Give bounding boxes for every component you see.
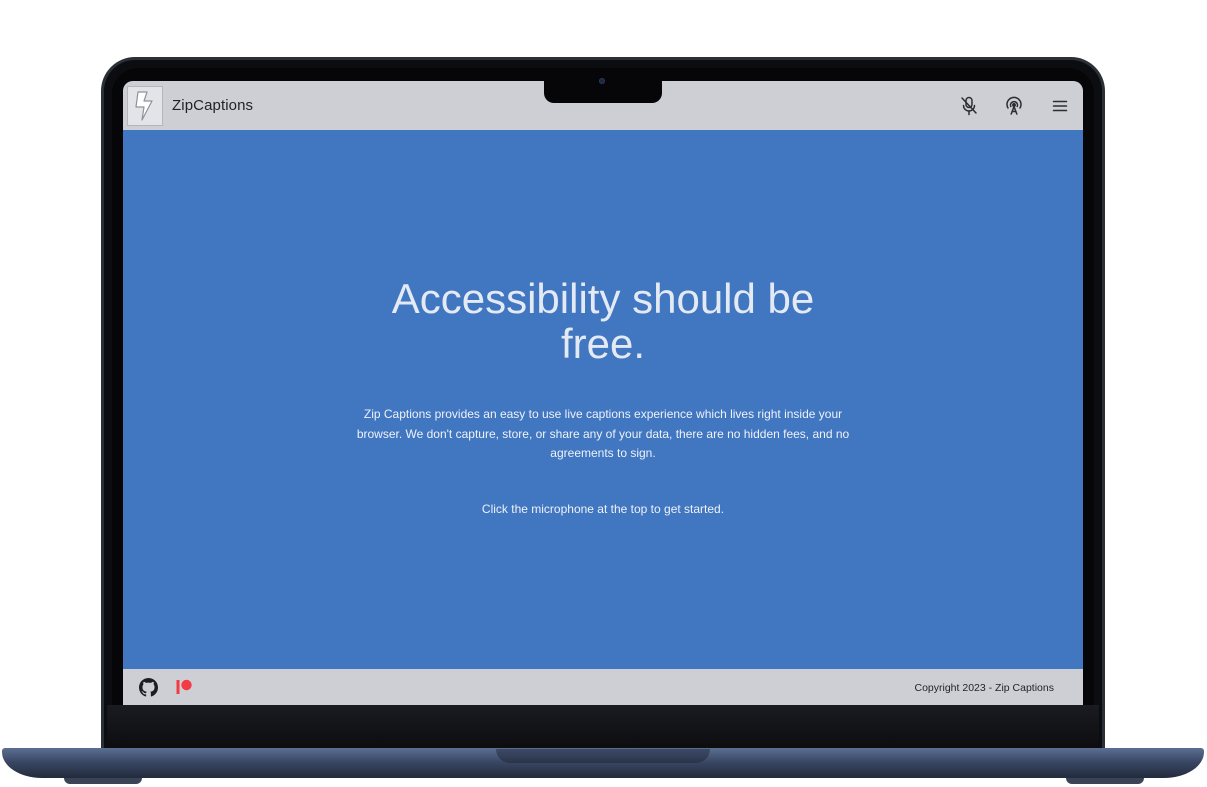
camera	[599, 78, 605, 84]
laptop-chin	[107, 705, 1099, 749]
microphone-icon	[961, 96, 977, 116]
copyright-text: Copyright 2023 - Zip Captions	[914, 682, 1055, 694]
patreon-link[interactable]	[174, 677, 194, 697]
hero-headline: Accessibility should be free.	[391, 275, 815, 367]
laptop-trackpad-notch	[496, 749, 710, 763]
menu-button[interactable]	[1049, 95, 1071, 117]
screen: ZipCaptions Accessibility should be free…	[123, 81, 1083, 705]
github-icon	[138, 677, 158, 697]
microphone-button[interactable]	[958, 95, 980, 117]
broadcast-button[interactable]	[1003, 95, 1025, 117]
hero-description: Zip Captions provides an easy to use liv…	[356, 407, 850, 460]
patreon-icon	[176, 679, 192, 694]
broadcast-icon	[1006, 96, 1022, 115]
screen-notch	[544, 81, 662, 103]
hero-section: Accessibility should be free. Zip Captio…	[123, 130, 1083, 669]
app-footer: Copyright 2023 - Zip Captions	[123, 669, 1083, 705]
lightning-logo-icon	[135, 91, 153, 121]
app-brand[interactable]: ZipCaptions	[172, 97, 253, 114]
app-logo[interactable]	[127, 86, 163, 126]
hero-cta-text: Click the microphone at the top to get s…	[481, 502, 725, 516]
laptop-mockup: ZipCaptions Accessibility should be free…	[0, 0, 1207, 787]
github-link[interactable]	[138, 677, 158, 697]
menu-icon	[1052, 100, 1068, 112]
